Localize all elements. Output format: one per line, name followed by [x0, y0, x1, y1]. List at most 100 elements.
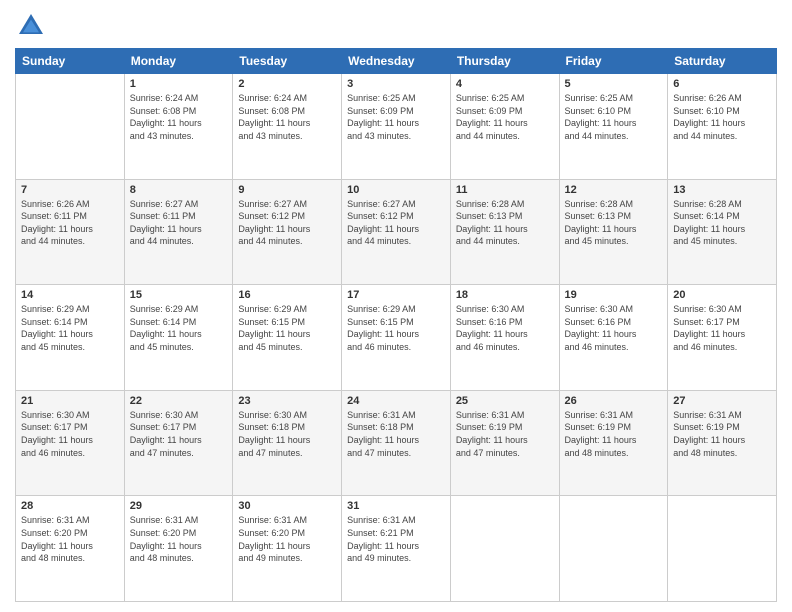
day-number: 31 — [347, 500, 445, 512]
calendar-cell: 4 Sunrise: 6:25 AM Sunset: 6:09 PM Daylig… — [450, 74, 559, 180]
day-info: Sunrise: 6:30 AM Sunset: 6:18 PM Dayligh… — [238, 409, 336, 459]
calendar-cell — [16, 74, 125, 180]
calendar-cell: 11 Sunrise: 6:28 AM Sunset: 6:13 PM Dayli… — [450, 179, 559, 285]
day-info: Sunrise: 6:30 AM Sunset: 6:17 PM Dayligh… — [130, 409, 228, 459]
calendar-cell: 28 Sunrise: 6:31 AM Sunset: 6:20 PM Dayli… — [16, 496, 125, 602]
day-number: 22 — [130, 395, 228, 407]
day-info: Sunrise: 6:29 AM Sunset: 6:14 PM Dayligh… — [130, 303, 228, 353]
calendar-cell: 31 Sunrise: 6:31 AM Sunset: 6:21 PM Dayli… — [342, 496, 451, 602]
calendar-cell: 18Sunrise: 6:30 AM Sunset: 6:16 PM Dayli… — [450, 285, 559, 391]
calendar-cell: 15 Sunrise: 6:29 AM Sunset: 6:14 PM Dayli… — [124, 285, 233, 391]
calendar-cell: 12 Sunrise: 6:28 AM Sunset: 6:13 PM Dayli… — [559, 179, 668, 285]
day-number: 24 — [347, 395, 445, 407]
calendar-header: SundayMondayTuesdayWednesdayThursdayFrid… — [16, 49, 777, 74]
day-info: Sunrise: 6:31 AM Sunset: 6:18 PM Dayligh… — [347, 409, 445, 459]
calendar-table: SundayMondayTuesdayWednesdayThursdayFrid… — [15, 48, 777, 602]
calendar-cell — [668, 496, 777, 602]
week-row: 14 Sunrise: 6:29 AM Sunset: 6:14 PM Dayli… — [16, 285, 777, 391]
calendar-cell: 13 Sunrise: 6:28 AM Sunset: 6:14 PM Dayli… — [668, 179, 777, 285]
week-row: 1 Sunrise: 6:24 AM Sunset: 6:08 PM Daylig… — [16, 74, 777, 180]
day-info: Sunrise: 6:28 AM Sunset: 6:14 PM Dayligh… — [673, 198, 771, 248]
header-cell-thursday: Thursday — [450, 49, 559, 74]
day-number: 2 — [238, 78, 336, 90]
calendar-cell: 17 Sunrise: 6:29 AM Sunset: 6:15 PM Dayli… — [342, 285, 451, 391]
day-info: Sunrise: 6:28 AM Sunset: 6:13 PM Dayligh… — [565, 198, 663, 248]
day-info: Sunrise: 6:27 AM Sunset: 6:12 PM Dayligh… — [238, 198, 336, 248]
day-number: 19 — [565, 289, 663, 301]
day-number: 8 — [130, 184, 228, 196]
calendar-cell: 27 Sunrise: 6:31 AM Sunset: 6:19 PM Dayli… — [668, 390, 777, 496]
day-number: 15 — [130, 289, 228, 301]
calendar-cell: 2 Sunrise: 6:24 AM Sunset: 6:08 PM Daylig… — [233, 74, 342, 180]
day-info: Sunrise: 6:29 AM Sunset: 6:15 PM Dayligh… — [238, 303, 336, 353]
day-number: 26 — [565, 395, 663, 407]
day-number: 7 — [21, 184, 119, 196]
calendar-cell: 22 Sunrise: 6:30 AM Sunset: 6:17 PM Dayli… — [124, 390, 233, 496]
day-number: 4 — [456, 78, 554, 90]
day-number: 17 — [347, 289, 445, 301]
day-info: Sunrise: 6:31 AM Sunset: 6:19 PM Dayligh… — [673, 409, 771, 459]
day-number: 14 — [21, 289, 119, 301]
calendar-cell: 21Sunrise: 6:30 AM Sunset: 6:17 PM Dayli… — [16, 390, 125, 496]
page: SundayMondayTuesdayWednesdayThursdayFrid… — [0, 0, 792, 612]
day-number: 1 — [130, 78, 228, 90]
day-number: 25 — [456, 395, 554, 407]
day-number: 11 — [456, 184, 554, 196]
day-info: Sunrise: 6:31 AM Sunset: 6:20 PM Dayligh… — [238, 514, 336, 564]
day-info: Sunrise: 6:25 AM Sunset: 6:09 PM Dayligh… — [347, 92, 445, 142]
day-number: 5 — [565, 78, 663, 90]
calendar-cell: 6 Sunrise: 6:26 AM Sunset: 6:10 PM Daylig… — [668, 74, 777, 180]
calendar-cell: 24 Sunrise: 6:31 AM Sunset: 6:18 PM Dayli… — [342, 390, 451, 496]
calendar-cell: 20Sunrise: 6:30 AM Sunset: 6:17 PM Dayli… — [668, 285, 777, 391]
day-info: Sunrise: 6:28 AM Sunset: 6:13 PM Dayligh… — [456, 198, 554, 248]
header-cell-tuesday: Tuesday — [233, 49, 342, 74]
header-cell-saturday: Saturday — [668, 49, 777, 74]
week-row: 21Sunrise: 6:30 AM Sunset: 6:17 PM Dayli… — [16, 390, 777, 496]
day-number: 29 — [130, 500, 228, 512]
logo-icon — [15, 10, 47, 42]
day-number: 13 — [673, 184, 771, 196]
day-info: Sunrise: 6:29 AM Sunset: 6:15 PM Dayligh… — [347, 303, 445, 353]
day-info: Sunrise: 6:31 AM Sunset: 6:19 PM Dayligh… — [456, 409, 554, 459]
day-number: 28 — [21, 500, 119, 512]
day-info: Sunrise: 6:26 AM Sunset: 6:10 PM Dayligh… — [673, 92, 771, 142]
calendar-cell: 3 Sunrise: 6:25 AM Sunset: 6:09 PM Daylig… — [342, 74, 451, 180]
calendar-cell: 14 Sunrise: 6:29 AM Sunset: 6:14 PM Dayli… — [16, 285, 125, 391]
logo — [15, 10, 51, 42]
calendar-cell: 9 Sunrise: 6:27 AM Sunset: 6:12 PM Daylig… — [233, 179, 342, 285]
day-info: Sunrise: 6:31 AM Sunset: 6:19 PM Dayligh… — [565, 409, 663, 459]
day-info: Sunrise: 6:31 AM Sunset: 6:21 PM Dayligh… — [347, 514, 445, 564]
week-row: 28 Sunrise: 6:31 AM Sunset: 6:20 PM Dayli… — [16, 496, 777, 602]
calendar-cell: 10Sunrise: 6:27 AM Sunset: 6:12 PM Dayli… — [342, 179, 451, 285]
calendar-cell: 23 Sunrise: 6:30 AM Sunset: 6:18 PM Dayli… — [233, 390, 342, 496]
day-info: Sunrise: 6:27 AM Sunset: 6:11 PM Dayligh… — [130, 198, 228, 248]
day-info: Sunrise: 6:24 AM Sunset: 6:08 PM Dayligh… — [238, 92, 336, 142]
day-info: Sunrise: 6:29 AM Sunset: 6:14 PM Dayligh… — [21, 303, 119, 353]
day-number: 12 — [565, 184, 663, 196]
day-number: 30 — [238, 500, 336, 512]
day-number: 6 — [673, 78, 771, 90]
day-info: Sunrise: 6:31 AM Sunset: 6:20 PM Dayligh… — [21, 514, 119, 564]
day-info: Sunrise: 6:30 AM Sunset: 6:17 PM Dayligh… — [21, 409, 119, 459]
calendar-cell: 30 Sunrise: 6:31 AM Sunset: 6:20 PM Dayli… — [233, 496, 342, 602]
day-info: Sunrise: 6:25 AM Sunset: 6:09 PM Dayligh… — [456, 92, 554, 142]
day-info: Sunrise: 6:25 AM Sunset: 6:10 PM Dayligh… — [565, 92, 663, 142]
day-number: 16 — [238, 289, 336, 301]
header-cell-friday: Friday — [559, 49, 668, 74]
day-number: 9 — [238, 184, 336, 196]
day-info: Sunrise: 6:26 AM Sunset: 6:11 PM Dayligh… — [21, 198, 119, 248]
day-number: 3 — [347, 78, 445, 90]
calendar-cell: 26 Sunrise: 6:31 AM Sunset: 6:19 PM Dayli… — [559, 390, 668, 496]
day-number: 23 — [238, 395, 336, 407]
day-info: Sunrise: 6:30 AM Sunset: 6:17 PM Dayligh… — [673, 303, 771, 353]
day-number: 27 — [673, 395, 771, 407]
week-row: 7 Sunrise: 6:26 AM Sunset: 6:11 PM Daylig… — [16, 179, 777, 285]
header-row: SundayMondayTuesdayWednesdayThursdayFrid… — [16, 49, 777, 74]
day-info: Sunrise: 6:24 AM Sunset: 6:08 PM Dayligh… — [130, 92, 228, 142]
header-cell-sunday: Sunday — [16, 49, 125, 74]
calendar-cell — [559, 496, 668, 602]
calendar-cell: 8 Sunrise: 6:27 AM Sunset: 6:11 PM Daylig… — [124, 179, 233, 285]
calendar-body: 1 Sunrise: 6:24 AM Sunset: 6:08 PM Daylig… — [16, 74, 777, 602]
day-number: 18 — [456, 289, 554, 301]
calendar-cell: 19Sunrise: 6:30 AM Sunset: 6:16 PM Dayli… — [559, 285, 668, 391]
